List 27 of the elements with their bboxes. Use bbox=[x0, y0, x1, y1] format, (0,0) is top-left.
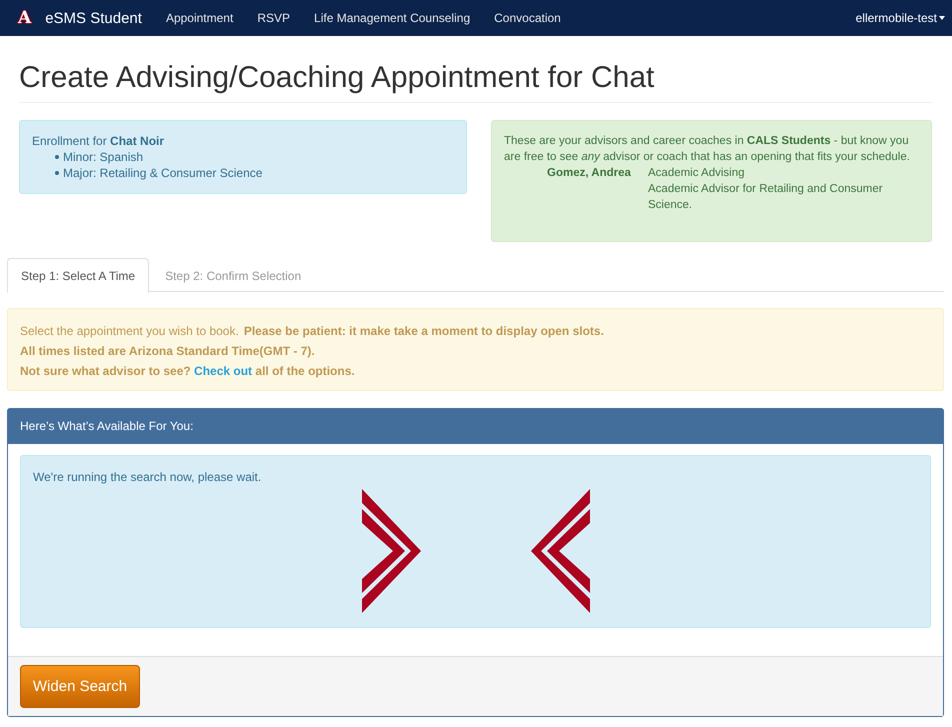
timezone-note: All times listed are Arizona Standard Time(GMT - 7). bbox=[20, 343, 316, 360]
nav-link[interactable]: Convocation bbox=[482, 0, 573, 36]
advisor-name: Gomez, Andrea bbox=[547, 166, 632, 181]
logo-mark[interactable]: A bbox=[18, 9, 32, 27]
nav-link[interactable]: Life Management Counseling bbox=[302, 0, 482, 36]
chevrons-left-icon bbox=[530, 489, 590, 613]
instruction-text: Select the appointment you wish to book. bbox=[20, 324, 239, 338]
nav-link[interactable]: Appointment bbox=[154, 0, 246, 36]
user-menu[interactable]: ellermobile-test bbox=[856, 0, 945, 36]
panel-title: Here’s What’s Available For You: bbox=[8, 409, 943, 444]
advisor-help-text: Not sure what advisor to see? Check out all of the options. bbox=[20, 363, 356, 380]
advisor-role: Academic Advising bbox=[648, 166, 746, 181]
enrollment-item: Minor: Spanish bbox=[63, 149, 144, 165]
brand-link[interactable]: eSMS Student bbox=[45, 10, 142, 26]
page-title: Create Advising/Coaching Appointment for Chat bbox=[19, 58, 932, 103]
step-tab[interactable]: Step 1: Select A Time bbox=[7, 258, 150, 293]
search-status-text: We're running the search now, please wait. bbox=[33, 469, 262, 485]
caret-icon bbox=[939, 16, 945, 20]
nav-link[interactable]: RSVP bbox=[245, 0, 302, 36]
patience-note: Please be patient: it make take a moment to display open slots. bbox=[244, 324, 604, 338]
bullet-icon bbox=[55, 171, 59, 175]
advisors-intro-text: These are your advisors and career coaches in CALS Students - but know you are free to see any advisor or coach that has an opening that fits your schedule. bbox=[504, 134, 911, 165]
enrollment-heading: Enrollment for Chat Noir bbox=[32, 133, 166, 149]
enrollment-item: Major: Retailing & Consumer Science bbox=[63, 165, 262, 181]
advisor-description: Academic Advisor for Retailing and Consumer Science. bbox=[648, 182, 884, 213]
chevrons-right-icon bbox=[362, 489, 420, 613]
bullet-icon bbox=[55, 155, 59, 159]
